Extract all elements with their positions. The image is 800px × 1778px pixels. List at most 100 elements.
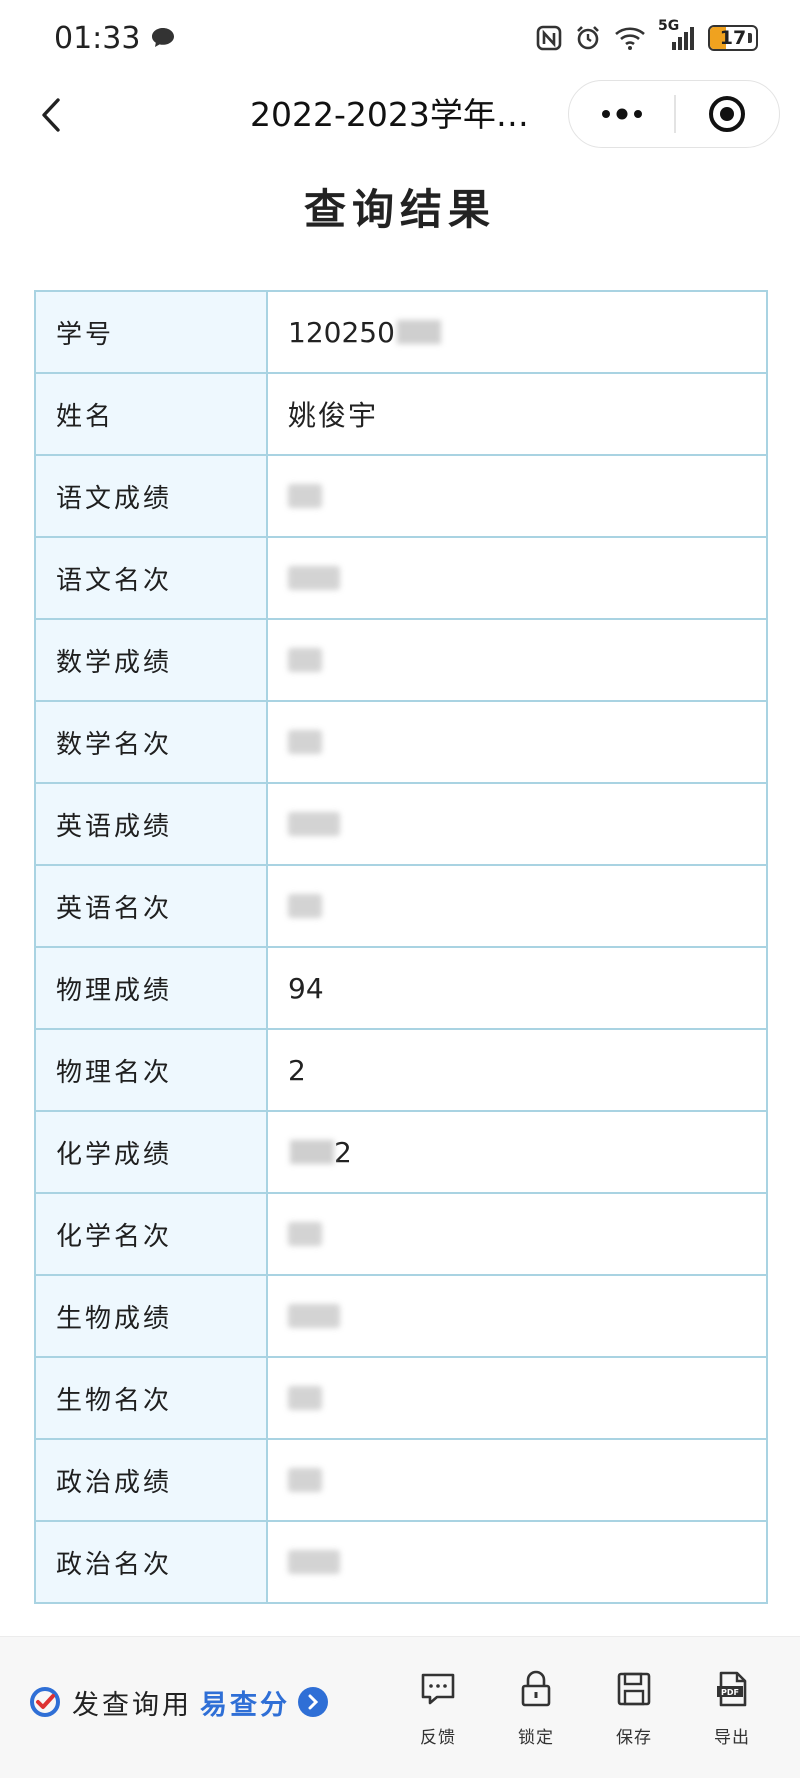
- field-label: 化学成绩: [36, 1112, 268, 1192]
- field-value: [268, 1440, 766, 1520]
- field-label: 化学名次: [36, 1194, 268, 1274]
- message-bubble-icon: [150, 26, 176, 50]
- table-row: 化学成绩 2: [36, 1112, 766, 1194]
- table-row: 语文成绩: [36, 456, 766, 538]
- feedback-button[interactable]: 反馈: [403, 1667, 473, 1757]
- field-value: [268, 456, 766, 536]
- status-left: 01:33: [54, 21, 176, 56]
- field-label: 数学成绩: [36, 620, 268, 700]
- results-table: 学号 120250 姓名 姚俊宇 语文成绩 语文名次 数学成绩 数学名次 英语成绩 英语名次 物理成…: [34, 290, 768, 1604]
- bottom-toolbar: 发查询用 易查分 反馈 锁定 保存 PDF 导出: [0, 1636, 800, 1778]
- redacted-value: [290, 1140, 334, 1164]
- redacted-value: [288, 1222, 322, 1246]
- table-row: 学号 120250: [36, 292, 766, 374]
- field-label: 姓名: [36, 374, 268, 454]
- redacted-value: [396, 320, 441, 344]
- export-label: 导出: [714, 1728, 750, 1748]
- table-row: 英语名次: [36, 866, 766, 948]
- redacted-value: [288, 648, 322, 672]
- field-value: [268, 1194, 766, 1274]
- page-title: 2022-2023学年…: [250, 95, 529, 134]
- lock-button[interactable]: 锁定: [501, 1667, 571, 1757]
- chevron-left-icon: [42, 98, 60, 132]
- field-value: 姚俊宇: [268, 374, 766, 454]
- field-label: 物理名次: [36, 1030, 268, 1110]
- battery-icon: 17: [708, 25, 758, 51]
- more-options-button[interactable]: [569, 81, 674, 147]
- redacted-value: [288, 1468, 322, 1492]
- table-row: 数学名次: [36, 702, 766, 784]
- field-value: [268, 784, 766, 864]
- promo-text: 发查询用: [72, 1689, 192, 1721]
- field-label: 物理成绩: [36, 948, 268, 1028]
- table-row: 英语成绩: [36, 784, 766, 866]
- alarm-icon: [574, 24, 602, 52]
- back-button[interactable]: [28, 92, 74, 138]
- redacted-value: [288, 730, 322, 754]
- wifi-icon: [614, 25, 646, 51]
- target-circle-icon: [709, 96, 746, 132]
- table-row: 物理名次 2: [36, 1030, 766, 1112]
- battery-level: 17: [719, 27, 747, 49]
- mini-program-capsule: [568, 80, 780, 148]
- chevron-right-icon: [298, 1687, 328, 1717]
- result-heading: 查询结果: [303, 185, 496, 234]
- table-row: 语文名次: [36, 538, 766, 620]
- redacted-value: [288, 1550, 340, 1574]
- field-label: 英语成绩: [36, 784, 268, 864]
- feedback-label: 反馈: [420, 1728, 456, 1748]
- redacted-value: [288, 812, 340, 836]
- export-button[interactable]: PDF 导出: [697, 1667, 767, 1757]
- save-icon: [612, 1667, 656, 1711]
- value-text: 94: [288, 971, 324, 1005]
- promo-link[interactable]: 发查询用 易查分: [28, 1677, 328, 1727]
- table-row: 生物成绩: [36, 1276, 766, 1358]
- field-value: [268, 1276, 766, 1356]
- field-value: [268, 620, 766, 700]
- field-label: 生物成绩: [36, 1276, 268, 1356]
- nfc-icon: [536, 25, 562, 51]
- field-label: 政治成绩: [36, 1440, 268, 1520]
- cellular-signal-icon: 5G: [658, 18, 696, 52]
- table-row: 化学名次: [36, 1194, 766, 1276]
- lock-icon: [514, 1667, 558, 1711]
- redacted-value: [288, 1304, 340, 1328]
- navigation-bar: 2022-2023学年…: [0, 76, 800, 154]
- promo-brand: 易查分: [200, 1689, 290, 1721]
- feedback-icon: [416, 1667, 460, 1711]
- table-row: 数学成绩: [36, 620, 766, 702]
- field-label: 语文成绩: [36, 456, 268, 536]
- redacted-value: [288, 484, 322, 508]
- field-label: 语文名次: [36, 538, 268, 618]
- status-right: 5G 17: [536, 18, 758, 52]
- field-label: 数学名次: [36, 702, 268, 782]
- more-dots-icon: [601, 108, 642, 120]
- network-type-label: 5G: [658, 18, 680, 34]
- value-text: 2: [334, 1135, 352, 1169]
- field-label: 政治名次: [36, 1522, 268, 1602]
- table-row: 物理成绩 94: [36, 948, 766, 1030]
- redacted-value: [288, 566, 340, 590]
- field-value: 120250: [268, 292, 766, 372]
- field-value: 2: [268, 1030, 766, 1110]
- value-text: 2: [288, 1053, 306, 1087]
- table-row: 生物名次: [36, 1358, 766, 1440]
- field-value: [268, 702, 766, 782]
- close-mini-program-button[interactable]: [676, 81, 780, 147]
- brand-logo-icon: [30, 1687, 60, 1717]
- redacted-value: [288, 1386, 322, 1410]
- field-label: 生物名次: [36, 1358, 268, 1438]
- status-bar: 01:33 5G 17: [0, 0, 800, 76]
- field-value: [268, 866, 766, 946]
- value-text: 120250: [288, 315, 395, 349]
- save-button[interactable]: 保存: [599, 1667, 669, 1757]
- field-value: [268, 1522, 766, 1602]
- field-label: 学号: [36, 292, 268, 372]
- table-row: 政治名次: [36, 1522, 766, 1604]
- field-value: 94: [268, 948, 766, 1028]
- pdf-export-icon: PDF: [710, 1667, 754, 1711]
- field-value: [268, 538, 766, 618]
- svg-text:PDF: PDF: [721, 1688, 739, 1697]
- table-row: 姓名 姚俊宇: [36, 374, 766, 456]
- table-row: 政治成绩: [36, 1440, 766, 1522]
